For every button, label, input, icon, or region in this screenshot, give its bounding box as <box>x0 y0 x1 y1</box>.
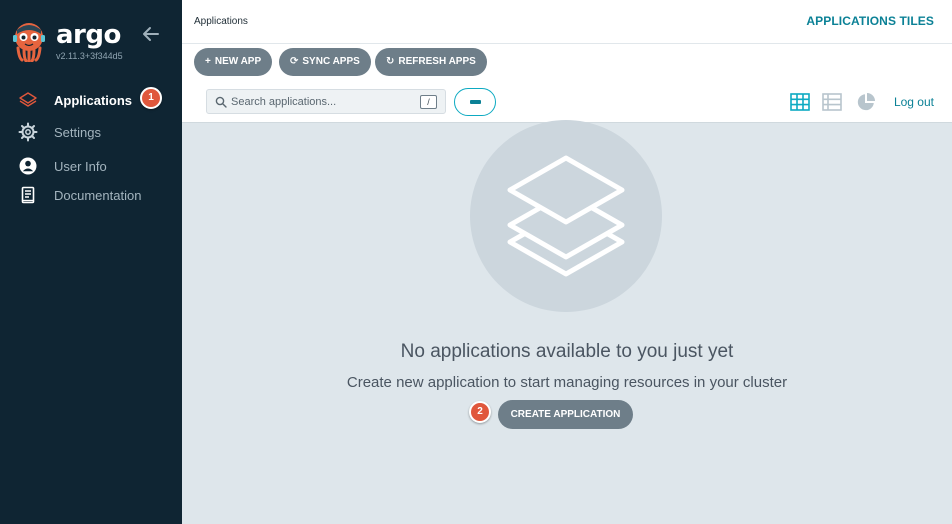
sync-apps-button-label: SYNC APPS <box>302 56 360 67</box>
new-app-button[interactable]: + NEW APP <box>194 48 273 76</box>
sidebar-item-user-info[interactable]: User Info <box>0 152 182 180</box>
sidebar-item-settings[interactable]: Settings <box>0 118 182 146</box>
step-badge: 2 <box>469 401 491 423</box>
sync-apps-button[interactable]: ⟳ SYNC APPS <box>279 48 371 76</box>
toolbar: +NEW APP ⟳SYNC APPS ↻REFRESH APPS / <box>182 44 952 123</box>
breadcrumb: Applications <box>194 16 248 27</box>
user-icon <box>19 157 37 175</box>
empty-state-illustration <box>470 120 662 312</box>
summary-pie-icon[interactable] <box>856 93 876 111</box>
book-icon <box>21 186 35 204</box>
sidebar-item-label: Applications <box>54 93 133 108</box>
empty-state-title: No applications available to you just ye… <box>400 341 734 362</box>
sidebar-item-label: User Info <box>54 159 107 174</box>
filters-toggle-button[interactable] <box>454 88 496 116</box>
search-shortcut-key: / <box>420 95 437 109</box>
sidebar: argo v2.11.3+3f344d5 Applications Settin… <box>0 0 182 524</box>
layers-icon <box>19 92 37 107</box>
logout-link[interactable]: Log out <box>894 95 934 109</box>
create-application-button[interactable]: CREATE APPLICATION <box>498 400 633 429</box>
sync-icon: ⟳ <box>290 56 299 67</box>
argo-mascot-icon <box>13 23 45 62</box>
search-box: / <box>206 89 446 114</box>
sidebar-item-label: Documentation <box>54 188 142 203</box>
plus-icon: + <box>205 56 211 67</box>
empty-state-subtitle: Create new application to start managing… <box>346 374 788 391</box>
gear-icon <box>18 122 38 142</box>
refresh-apps-button-label: REFRESH APPS <box>398 56 476 67</box>
page-title: APPLICATIONS TILES <box>806 14 934 28</box>
brand-name: argo <box>56 20 121 50</box>
layers-icon <box>507 155 625 277</box>
list-view-icon[interactable] <box>822 93 842 111</box>
search-icon <box>215 96 227 108</box>
sidebar-item-documentation[interactable]: Documentation <box>0 181 182 209</box>
sidebar-item-label: Settings <box>54 125 101 140</box>
tiles-view-icon[interactable] <box>790 93 810 111</box>
version-label: v2.11.3+3f344d5 <box>56 51 123 61</box>
refresh-icon: ↻ <box>386 56 395 67</box>
search-input[interactable] <box>231 92 411 112</box>
filter-icon <box>470 100 481 104</box>
new-app-button-label: NEW APP <box>214 56 262 67</box>
collapse-sidebar-arrow-icon[interactable] <box>142 26 160 42</box>
main-content: Applications APPLICATIONS TILES + NEW APP… <box>182 0 952 524</box>
refresh-apps-button[interactable]: ↻ REFRESH APPS <box>375 48 487 76</box>
step-badge: 1 <box>140 87 162 109</box>
top-bar: Applications APPLICATIONS TILES <box>182 0 952 44</box>
